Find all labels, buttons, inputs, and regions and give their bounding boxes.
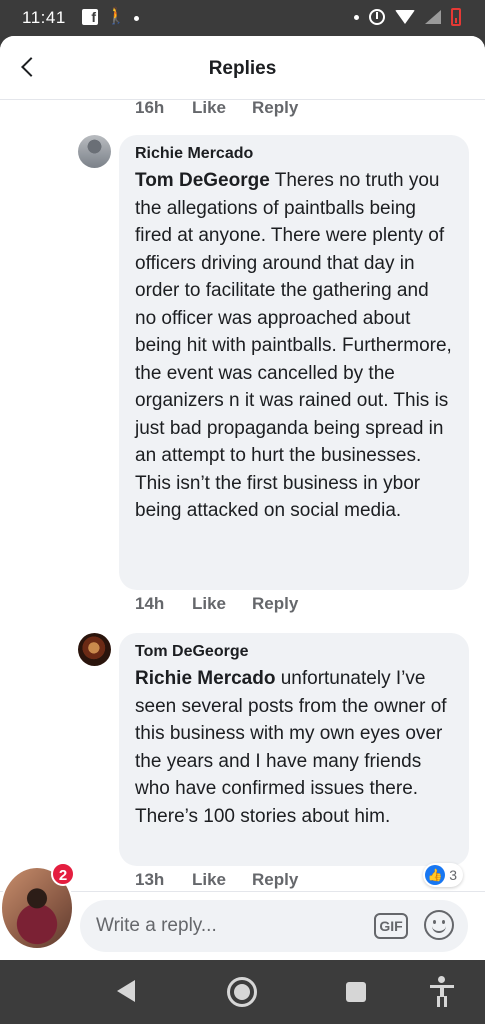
page-title: Replies — [208, 58, 277, 79]
battery-low-icon — [451, 8, 461, 26]
avatar[interactable] — [78, 633, 111, 666]
facebook-notification-icon: f — [82, 9, 98, 25]
comment-text: Tom DeGeorge Theres no truth you the all… — [135, 167, 453, 525]
reply-button[interactable]: Reply — [252, 870, 298, 890]
nav-back-icon[interactable] — [117, 980, 135, 1002]
dot-icon — [133, 15, 139, 21]
system-nav-bar — [0, 960, 485, 1024]
accessibility-icon[interactable] — [430, 976, 454, 1008]
status-bar: 11:41 f 🚶 — [0, 0, 485, 36]
comment-author[interactable]: Richie Mercado — [135, 145, 453, 163]
nav-home-icon[interactable] — [227, 977, 257, 1007]
reply-input[interactable] — [80, 900, 468, 952]
comment-time: 16h — [135, 100, 165, 117]
reaction-summary[interactable]: 👍 3 — [423, 863, 463, 887]
comment-thread: 16h Like Reply Richie Mercado Tom DeGeor… — [0, 100, 485, 896]
comment-bubble[interactable]: Tom DeGeorge Richie Mercado unfortunatel… — [119, 633, 469, 866]
comment-actions: 14h Like Reply — [135, 594, 298, 614]
comment-bubble[interactable]: Richie Mercado Tom DeGeorge Theres no tr… — [119, 135, 469, 590]
emoji-icon[interactable] — [424, 910, 454, 940]
wifi-icon — [395, 10, 415, 24]
comment-body: Theres no truth you the allegations of p… — [135, 170, 452, 521]
dot-icon — [354, 14, 359, 20]
comment-time: 14h — [135, 594, 165, 613]
data-saver-icon — [369, 9, 385, 25]
header: Replies — [0, 36, 485, 100]
like-button[interactable]: Like — [192, 594, 252, 614]
comment-text: Richie Mercado unfortunately I’ve seen s… — [135, 665, 453, 830]
comment-actions: 16h Like Reply — [135, 100, 298, 118]
mention-link[interactable]: Richie Mercado — [135, 668, 275, 689]
reply-button[interactable]: Reply — [252, 100, 298, 118]
comment-body: unfortunately I’ve seen several posts fr… — [135, 668, 447, 827]
status-time: 11:41 — [22, 8, 66, 27]
avatar[interactable] — [78, 135, 111, 168]
thumbs-up-icon: 👍 — [425, 865, 446, 885]
replies-screen: Replies 16h Like Reply Richie Mercado To… — [0, 36, 485, 960]
reply-button[interactable]: Reply — [252, 594, 298, 614]
signal-icon — [425, 10, 441, 24]
reaction-count: 3 — [449, 867, 457, 883]
like-button[interactable]: Like — [192, 100, 252, 118]
gif-button[interactable]: GIF — [374, 913, 408, 939]
notification-badge: 2 — [51, 862, 75, 886]
comment-author[interactable]: Tom DeGeorge — [135, 643, 453, 661]
walk-icon: 🚶 — [106, 8, 126, 25]
mention-link[interactable]: Tom DeGeorge — [135, 170, 270, 191]
comment-actions: 13h Like Reply — [135, 870, 298, 890]
nav-recents-icon[interactable] — [346, 982, 366, 1002]
comment-time: 13h — [135, 870, 165, 889]
like-button[interactable]: Like — [192, 870, 252, 890]
